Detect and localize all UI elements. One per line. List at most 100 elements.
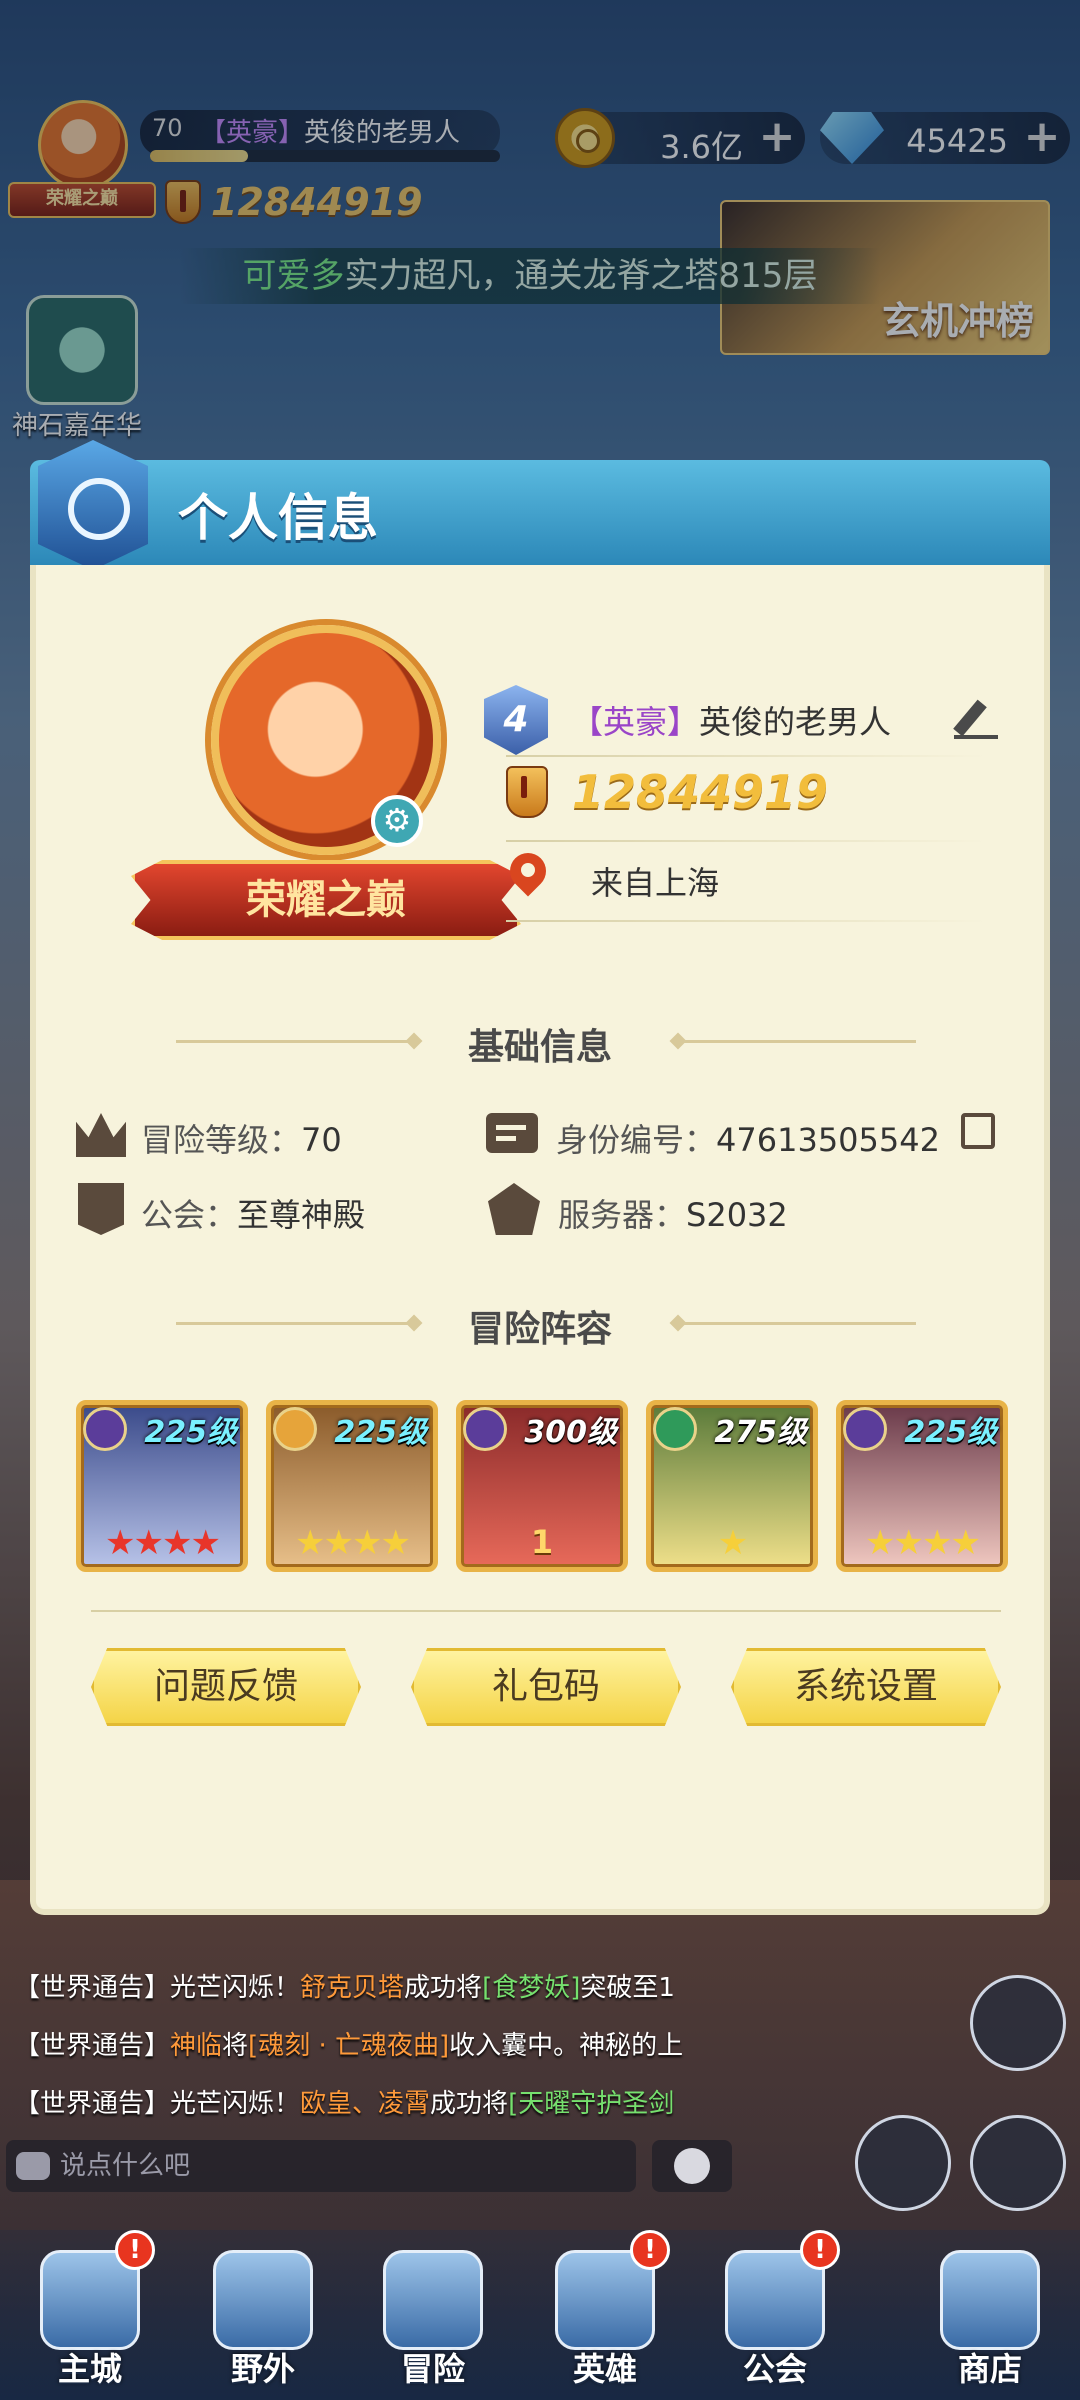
faction-icon — [273, 1407, 317, 1451]
chat-message: 【世界通告】光芒闪烁！舒克贝塔成功将[食梦妖]突破至1 — [14, 1967, 734, 2004]
hero-lineup: 225级 ★★★★ 225级 ★★★★ 300级 1 275级 ★ 225级 ★★★★ — [76, 1400, 1016, 1580]
adventure-icon — [383, 2250, 483, 2350]
gear-icon[interactable]: ⚙ — [371, 795, 423, 847]
hero-card[interactable]: 225级 ★★★★ — [836, 1400, 1008, 1572]
player-id: 身份编号：47613505542 — [556, 1115, 940, 1161]
profile-location: 来自上海 — [591, 864, 720, 902]
modal-title: 个人信息 — [178, 489, 378, 547]
id-card-icon — [486, 1113, 538, 1153]
copy-icon[interactable] — [961, 1113, 995, 1149]
nav-main-city[interactable]: ! 主城 — [15, 2230, 165, 2400]
profile-power: 12844919 — [506, 765, 828, 819]
guild-icon — [78, 1183, 124, 1235]
feedback-button[interactable]: 问题反馈 — [91, 1648, 361, 1726]
chat-message: 【世界通告】神临将[魂刻 · 亡魂夜曲]收入囊中。神秘的上 — [14, 2025, 734, 2062]
nav-shop[interactable]: 商店 — [915, 2230, 1065, 2400]
chat-text: 成功将 — [430, 2089, 509, 2119]
settings-button[interactable]: 系统设置 — [731, 1648, 1001, 1726]
chat-text: 神临 — [170, 2031, 223, 2061]
profile-title-tag: 【英豪】 — [571, 703, 700, 741]
chat-text: [天曜守护圣剑 — [508, 2089, 675, 2119]
nav-label: 英雄 — [572, 2350, 637, 2388]
adventure-level-label: 冒险等级： — [141, 1121, 302, 1159]
profile-power-value: 12844919 — [572, 765, 829, 819]
nav-label: 野外 — [230, 2350, 295, 2388]
section-divider — [676, 1040, 916, 1043]
hero-stars: ★ — [717, 1523, 748, 1563]
nav-label: 冒险 — [400, 2350, 465, 2388]
hero-level: 225级 — [904, 1415, 997, 1450]
server-label: 服务器： — [558, 1196, 687, 1234]
adventure-level-value: 70 — [301, 1121, 342, 1159]
chat-text: 光芒闪烁！ — [170, 1973, 301, 2003]
faction-icon — [653, 1407, 697, 1451]
chat-channel: 【世界通告】 — [14, 2031, 171, 2061]
nav-label: 公会 — [742, 2350, 807, 2388]
profile-name-text: 英俊的老男人 — [699, 703, 892, 741]
nav-adventure[interactable]: 冒险 — [358, 2230, 508, 2400]
chat-text: 收入囊中。神秘的上 — [449, 2031, 684, 2061]
faction-icon — [843, 1407, 887, 1451]
chat-channel: 【世界通告】 — [14, 2089, 171, 2119]
chat-text: 将 — [222, 2031, 249, 2061]
basic-info-title: 基础信息 — [467, 1027, 612, 1068]
faction-icon — [83, 1407, 127, 1451]
faction-icon — [463, 1407, 507, 1451]
hero-card[interactable]: 225级 ★★★★ — [266, 1400, 438, 1572]
chat-message: 【世界通告】光芒闪烁！欧皇、凌霄成功将[天曜守护圣剑 — [14, 2083, 734, 2120]
server-value: S2032 — [686, 1196, 788, 1234]
modal-body: ⚙ 荣耀之巅 4 【英豪】英俊的老男人 12844919 来自上海 基础信息 冒… — [30, 565, 1050, 1915]
chat-text: 光芒闪烁！ — [170, 2089, 301, 2119]
nav-field[interactable]: 野外 — [188, 2230, 338, 2400]
chat-placeholder: 说点什么吧 — [60, 2151, 191, 2181]
power-shield-icon — [506, 766, 548, 818]
modal-header: 个人信息 — [30, 440, 1050, 570]
chat-text: [魂刻 · 亡魂夜曲] — [248, 2031, 450, 2061]
divider — [506, 920, 986, 922]
divider — [91, 1610, 1001, 1612]
chat-input[interactable]: 说点什么吧 — [6, 2140, 636, 2192]
hero-level: 225级 — [334, 1415, 427, 1450]
chat-bubble-icon — [16, 2152, 50, 2180]
hero-stars: ★★★★ — [295, 1523, 411, 1563]
hero-card[interactable]: 225级 ★★★★ — [76, 1400, 248, 1572]
shop-icon — [940, 2250, 1040, 2350]
location-pin-icon — [508, 853, 548, 905]
nav-label: 主城 — [57, 2350, 122, 2388]
chat-text: 成功将 — [404, 1973, 483, 2003]
alert-badge: ! — [115, 2230, 155, 2270]
hero-level: 300级 — [524, 1415, 617, 1450]
alert-badge: ! — [800, 2230, 840, 2270]
adventure-level: 冒险等级：70 — [141, 1115, 342, 1161]
player-id-label: 身份编号： — [556, 1121, 717, 1159]
nav-heroes[interactable]: ! 英雄 — [530, 2230, 680, 2400]
chest-icon[interactable] — [970, 2115, 1066, 2211]
section-divider — [676, 1322, 916, 1325]
hero-level: 225级 — [144, 1415, 237, 1450]
emoji-button[interactable] — [652, 2140, 732, 2192]
server-info: 服务器：S2032 — [558, 1190, 788, 1236]
ranking-icon[interactable] — [855, 2115, 951, 2211]
chat-channel: 【世界通告】 — [14, 1973, 171, 2003]
profile-rank-ribbon: 荣耀之巅 — [131, 860, 521, 940]
hero-card[interactable]: 300级 1 — [456, 1400, 628, 1572]
portal-icon — [213, 2250, 313, 2350]
guild-value: 至尊神殿 — [237, 1196, 366, 1234]
hero-card[interactable]: 275级 ★ — [646, 1400, 818, 1572]
profile-name: 【英豪】英俊的老男人 — [571, 697, 891, 743]
chat-text: 舒克贝塔 — [300, 1973, 405, 2003]
friends-icon[interactable] — [970, 1975, 1066, 2071]
chat-text: 欧皇、凌霄 — [300, 2089, 431, 2119]
guild-info: 公会：至尊神殿 — [141, 1190, 365, 1236]
hero-stars: ★★★★ — [105, 1523, 221, 1563]
profile-emblem-icon — [38, 440, 148, 570]
crown-icon — [76, 1113, 126, 1157]
chat-text: 突破至1 — [580, 1973, 675, 2003]
player-id-value: 47613505542 — [716, 1121, 940, 1159]
server-icon — [488, 1183, 540, 1235]
hero-stars: ★★★★ — [865, 1523, 981, 1563]
gift-code-button[interactable]: 礼包码 — [411, 1648, 681, 1726]
nav-guild[interactable]: ! 公会 — [700, 2230, 850, 2400]
hero-level: 275级 — [714, 1415, 807, 1450]
edit-name-icon[interactable] — [954, 695, 998, 739]
